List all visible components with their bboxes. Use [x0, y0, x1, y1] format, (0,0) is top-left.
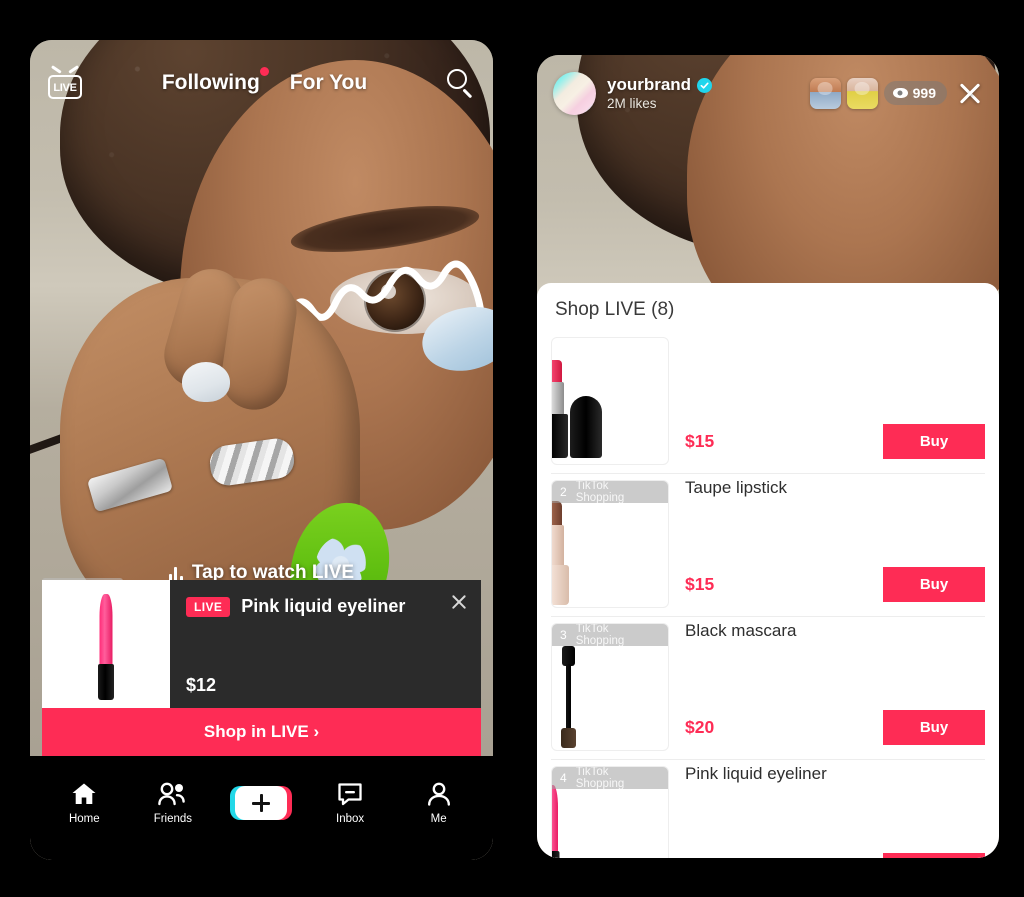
- product-info: $15 Buy: [685, 331, 985, 465]
- viewer-count-pill[interactable]: 999: [883, 81, 947, 105]
- product-thumbnail[interactable]: 2 TikTok Shopping: [551, 480, 669, 608]
- buy-button[interactable]: Buy: [883, 710, 985, 745]
- product-thumbnail[interactable]: 4 TikTok Shopping Pinned: [551, 766, 669, 858]
- product-price: $20: [685, 717, 715, 737]
- product-footer: $15 Buy: [685, 567, 985, 602]
- app-bottom-nav: Home Friends Inbox Me: [30, 756, 493, 860]
- live-tag-badge: LIVE: [186, 596, 231, 617]
- viewer-count-label: 999: [912, 85, 936, 101]
- buy-button[interactable]: Buy: [883, 567, 985, 602]
- product-thumbnail[interactable]: [551, 337, 669, 465]
- nav-label-inbox: Inbox: [336, 813, 365, 825]
- right-phone-live-shop-screen: yourbrand 2M likes 999 Shop LIVE (8) $15…: [537, 55, 999, 858]
- nav-label-friends: Friends: [153, 813, 193, 825]
- live-likes-count: 2M likes: [607, 96, 657, 111]
- product-card-price: $12: [186, 675, 217, 695]
- nav-item-me[interactable]: Me: [404, 781, 474, 825]
- inbox-icon: [337, 781, 363, 807]
- product-card-body: LIVE Pink liquid eyeliner $12: [170, 580, 481, 708]
- shop-live-panel: Shop LIVE (8) $15 Buy 2 TikTok Shopping …: [537, 283, 999, 858]
- product-footer: $15 Buy: [685, 424, 985, 459]
- audio-bars-icon: [168, 565, 183, 582]
- product-footer: $12 Buy: [685, 853, 985, 858]
- search-icon[interactable]: [447, 69, 475, 99]
- close-icon[interactable]: [957, 80, 983, 106]
- tiktok-shopping-label: TikTok Shopping: [575, 766, 625, 790]
- product-price: $15: [685, 431, 715, 451]
- product-info: Pink liquid eyeliner $12 Buy: [685, 760, 985, 858]
- viewer-avatar-2[interactable]: [846, 77, 878, 109]
- product-rank-badge: 3 TikTok Shopping: [552, 623, 668, 647]
- left-phone-feed-screen: LIVE Following For You Tap to watch LIVE…: [30, 40, 493, 860]
- product-rank: 3: [560, 628, 567, 642]
- buy-button[interactable]: Buy: [883, 853, 985, 858]
- live-stream-header: yourbrand 2M likes 999: [537, 55, 999, 131]
- product-name: Pink liquid eyeliner: [685, 764, 827, 783]
- shop-live-title: Shop LIVE (8): [555, 299, 675, 320]
- friends-icon: [158, 781, 188, 807]
- nav-item-friends[interactable]: Friends: [138, 781, 208, 825]
- nav-item-home[interactable]: Home: [49, 781, 119, 825]
- list-item[interactable]: $15 Buy: [551, 331, 985, 473]
- live-product-card: LIVE Pink liquid eyeliner $12 Shop in LI…: [42, 580, 481, 756]
- live-host-username[interactable]: yourbrand: [607, 75, 691, 95]
- tab-for-you[interactable]: For You: [290, 71, 367, 95]
- eye-icon: [892, 88, 908, 98]
- product-rank: 2: [560, 485, 567, 499]
- product-rank: 4: [560, 771, 567, 785]
- product-card-title: Pink liquid eyeliner: [241, 596, 406, 616]
- list-item[interactable]: 2 TikTok Shopping Taupe lipstick $15 Buy: [551, 473, 985, 616]
- close-icon[interactable]: [450, 593, 468, 611]
- nav-item-inbox[interactable]: Inbox: [315, 781, 385, 825]
- product-name: Black mascara: [685, 621, 797, 640]
- live-host-name-row: yourbrand: [607, 75, 713, 95]
- product-price: $15: [685, 574, 715, 594]
- nav-item-create[interactable]: [226, 786, 296, 820]
- screenshot-stage: LIVE Following For You Tap to watch LIVE…: [0, 0, 1024, 897]
- nav-label-home: Home: [68, 813, 100, 825]
- viewer-avatar-1[interactable]: [809, 77, 841, 109]
- profile-icon: [427, 781, 451, 807]
- product-thumbnail[interactable]: 3 TikTok Shopping: [551, 623, 669, 751]
- shop-live-product-list[interactable]: $15 Buy 2 TikTok Shopping Taupe lipstick…: [537, 331, 999, 858]
- product-info: Black mascara $20 Buy: [685, 617, 985, 751]
- list-item[interactable]: 4 TikTok Shopping Pinned Pin: [551, 759, 985, 858]
- product-rank-badge: 4 TikTok Shopping: [552, 766, 668, 790]
- live-tv-icon[interactable]: LIVE: [48, 65, 82, 99]
- product-rank-badge: 2 TikTok Shopping: [552, 480, 668, 504]
- home-icon: [71, 781, 97, 807]
- nav-label-me: Me: [430, 813, 447, 825]
- feed-top-nav: LIVE Following For You: [30, 40, 493, 126]
- create-plus-icon[interactable]: [230, 786, 293, 820]
- product-info: Taupe lipstick $15 Buy: [685, 474, 985, 608]
- product-card-top: LIVE Pink liquid eyeliner $12: [42, 580, 481, 708]
- tab-following-label: Following: [161, 71, 260, 94]
- live-icon-label: LIVE: [53, 82, 77, 94]
- verified-badge-icon: [697, 77, 713, 93]
- product-card-thumbnail[interactable]: [42, 580, 170, 708]
- tab-following[interactable]: Following: [161, 67, 269, 95]
- live-header-right: 999: [809, 77, 983, 109]
- list-item[interactable]: 3 TikTok Shopping Black mascara $20 Buy: [551, 616, 985, 759]
- following-notification-dot: [259, 67, 269, 76]
- product-footer: $20 Buy: [685, 710, 985, 745]
- shop-in-live-button[interactable]: Shop in LIVE ›: [42, 708, 481, 756]
- tab-for-you-label: For You: [289, 71, 368, 94]
- feed-tabs: Following For You: [82, 67, 447, 95]
- live-host-meta: yourbrand 2M likes: [607, 75, 713, 111]
- tiktok-shopping-label: TikTok Shopping: [575, 623, 625, 647]
- video-nail-white-1: [182, 362, 230, 402]
- buy-button[interactable]: Buy: [883, 424, 985, 459]
- avatar[interactable]: [553, 71, 596, 115]
- tiktok-shopping-label: TikTok Shopping: [575, 480, 625, 504]
- product-card-title-row: LIVE Pink liquid eyeliner: [186, 596, 465, 617]
- product-name: Taupe lipstick: [685, 478, 788, 497]
